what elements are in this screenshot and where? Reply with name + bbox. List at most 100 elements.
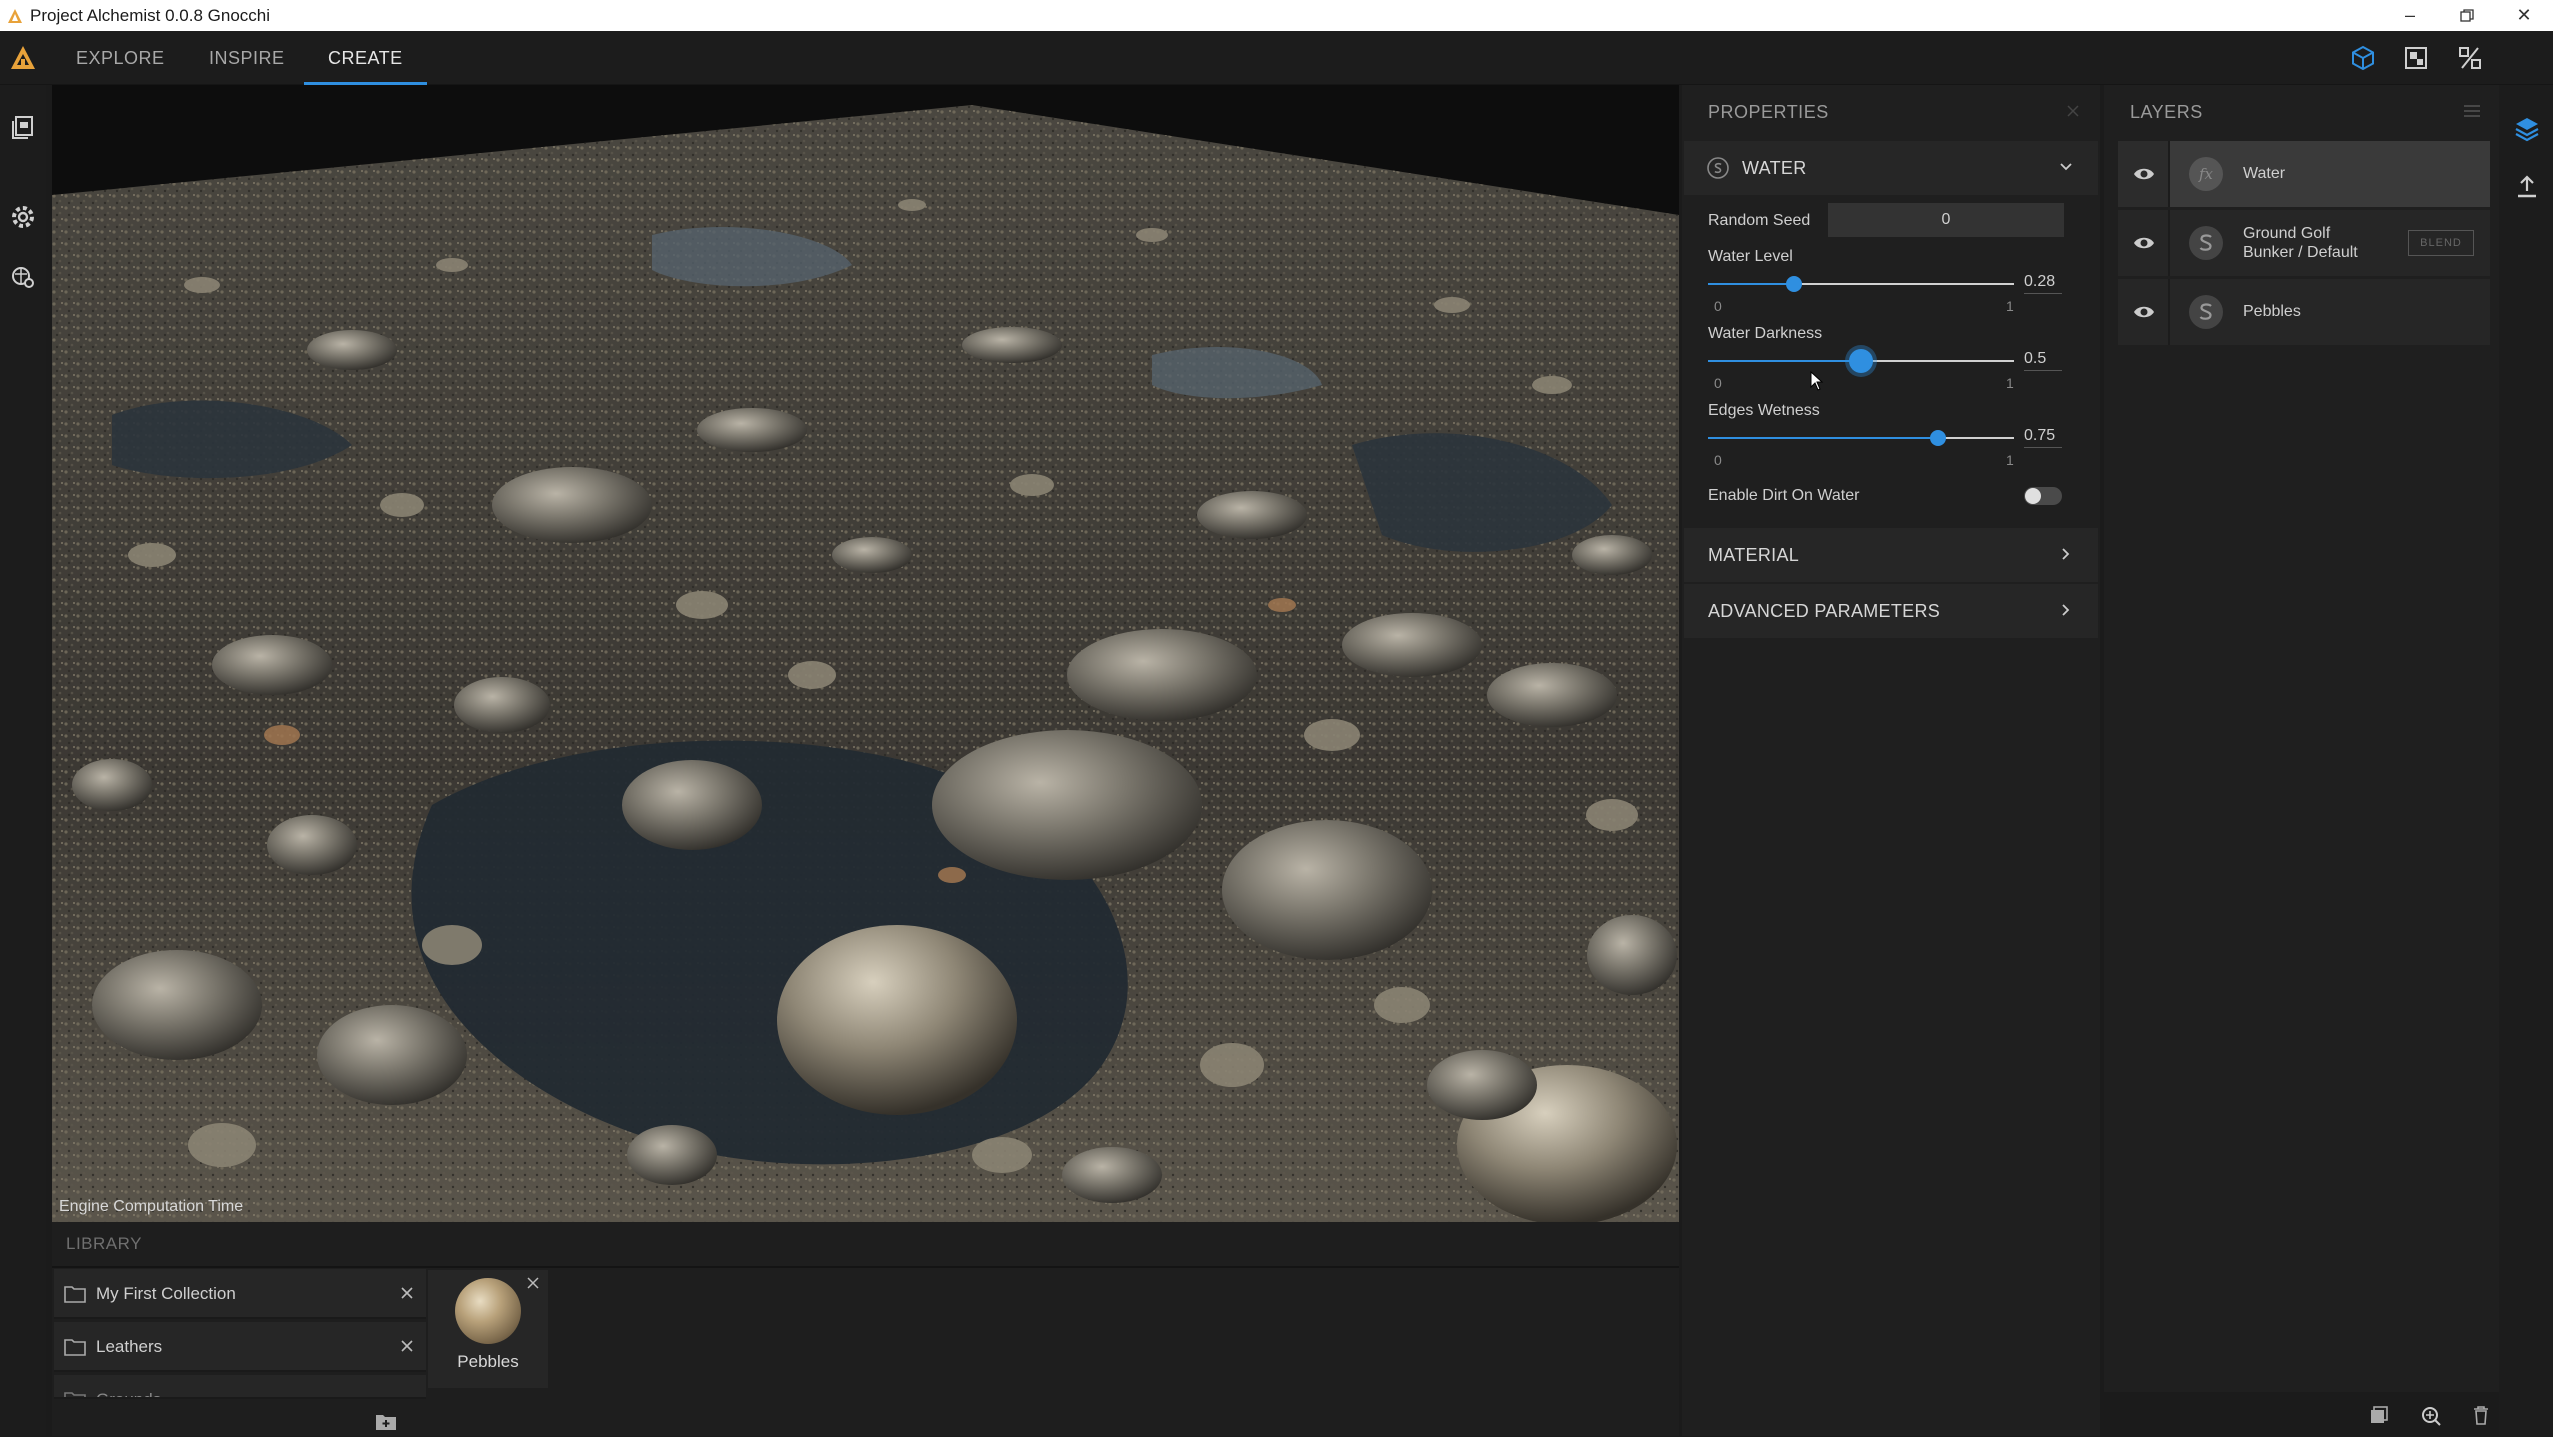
blend-button[interactable]: BLEND (2408, 230, 2474, 256)
substance-icon (2188, 225, 2224, 261)
slider-fill (1708, 437, 1938, 439)
slider-max: 1 (2006, 375, 2014, 391)
svg-text:fx: fx (2198, 165, 2214, 183)
eye-icon[interactable] (2132, 164, 2156, 184)
collection-label: Leathers (96, 1337, 163, 1356)
visibility-cell (2118, 141, 2170, 207)
add-layer-icon[interactable] (2420, 1404, 2442, 1426)
random-seed-input[interactable]: 0 (1828, 203, 2064, 237)
slider-value[interactable]: 0.75 (2024, 427, 2055, 445)
layer-name: Bunker / Default (2243, 244, 2358, 261)
window-title: Project Alchemist 0.0.8 Gnocchi (30, 5, 271, 25)
window-titlebar: Project Alchemist 0.0.8 Gnocchi – ✕ (0, 0, 2553, 31)
app-logo-icon (6, 7, 24, 25)
substance-icon (1706, 156, 1730, 180)
close-window-button[interactable]: ✕ (2496, 0, 2552, 31)
library-title: LIBRARY (66, 1234, 142, 1253)
eye-icon[interactable] (2132, 302, 2156, 322)
minimize-button[interactable]: – (2382, 0, 2438, 31)
properties-header: PROPERTIES (1682, 85, 2100, 137)
material-section-header[interactable]: MATERIAL (1684, 528, 2098, 582)
substance-icon (2188, 294, 2224, 330)
3d-view-icon[interactable] (2349, 44, 2377, 72)
environment-icon[interactable] (9, 263, 37, 291)
collection-item[interactable]: Grounds (54, 1375, 426, 1399)
slider-min: 0 (1714, 298, 1722, 314)
advanced-parameters-section-header[interactable]: ADVANCED PARAMETERS (1684, 584, 2098, 638)
folder-icon (64, 1285, 86, 1303)
properties-panel: PROPERTIES WATER Random Seed 0 Water Lev… (1682, 85, 2100, 1436)
layer-name: Water (2243, 165, 2286, 182)
slider-value[interactable]: 0.5 (2024, 350, 2046, 368)
slider-max: 1 (2006, 452, 2014, 468)
fx-icon: fx (2188, 156, 2224, 192)
eye-icon[interactable] (2132, 233, 2156, 253)
close-icon[interactable] (396, 1282, 418, 1304)
layers-panel: LAYERS fx Water Ground Golf Bunker / Def… (2104, 85, 2499, 1436)
library-panel: LIBRARY My First Collection Leathers Gro… (52, 1222, 1679, 1436)
divider (2024, 293, 2062, 294)
layers-icon[interactable] (2513, 115, 2541, 143)
close-icon[interactable] (2064, 102, 2082, 120)
visibility-cell (2118, 210, 2170, 276)
folder-icon (64, 1338, 86, 1356)
section-title: MATERIAL (1708, 545, 1800, 565)
water-section-header[interactable]: WATER (1684, 141, 2098, 195)
top-navigation: EXPLORE INSPIRE CREATE (0, 31, 2553, 85)
material-label: Pebbles (457, 1352, 519, 1371)
divider (2024, 447, 2062, 448)
material-preview-render (52, 85, 1679, 1222)
layer-item-pebbles[interactable]: Pebbles (2118, 279, 2490, 345)
split-view-icon[interactable] (2456, 44, 2484, 72)
slider-handle[interactable] (1929, 430, 1946, 446)
slider-value[interactable]: 0.28 (2024, 273, 2055, 291)
water-level-slider[interactable] (1708, 275, 2014, 293)
tab-inspire[interactable]: INSPIRE (209, 31, 285, 85)
menu-icon[interactable] (2463, 104, 2481, 118)
chevron-right-icon (2058, 602, 2074, 618)
edges-wetness-slider[interactable] (1708, 429, 2014, 447)
restore-button[interactable] (2439, 0, 2495, 31)
random-seed-label: Random Seed (1708, 212, 1811, 229)
slider-label: Edges Wetness (1708, 402, 1820, 419)
3d-viewport[interactable]: Engine Computation Time (52, 85, 1679, 1222)
layer-name: Ground Golf (2243, 225, 2331, 242)
toggle-knob (2025, 488, 2041, 504)
collection-item[interactable]: Leathers (54, 1322, 426, 1372)
delete-layer-icon[interactable] (2470, 1404, 2492, 1426)
material-thumbnail (455, 1278, 521, 1344)
visibility-cell (2118, 279, 2170, 345)
section-title: WATER (1742, 158, 1807, 178)
tab-create[interactable]: CREATE (304, 31, 427, 85)
divider (2024, 370, 2062, 371)
layer-item-water[interactable]: fx Water (2118, 141, 2490, 207)
slider-fill (1708, 360, 1861, 362)
2d-view-icon[interactable] (2402, 44, 2430, 72)
slider-max: 1 (2006, 298, 2014, 314)
slider-label: Water Level (1708, 248, 1793, 265)
slider-handle[interactable] (1785, 276, 1802, 292)
collection-item[interactable]: My First Collection (54, 1269, 426, 1319)
divider (52, 1266, 1679, 1268)
slider-fill (1708, 283, 1794, 285)
left-toolbar (0, 85, 46, 1436)
layer-name: Pebbles (2243, 303, 2301, 320)
water-darkness-slider[interactable] (1708, 349, 2014, 373)
export-icon[interactable] (2513, 173, 2541, 201)
right-toolbar (2499, 85, 2553, 1436)
properties-title: PROPERTIES (1708, 102, 1829, 122)
add-folder-icon[interactable] (375, 1412, 397, 1432)
slider-handle[interactable] (1849, 349, 1873, 373)
library-material-item[interactable]: Pebbles (428, 1270, 548, 1388)
layer-item-ground-golf[interactable]: Ground Golf Bunker / Default BLEND (2118, 210, 2490, 276)
chevron-right-icon (2058, 546, 2074, 562)
duplicate-layer-icon[interactable] (2368, 1404, 2390, 1426)
tab-explore[interactable]: EXPLORE (76, 31, 165, 85)
collection-label: My First Collection (96, 1284, 236, 1303)
close-icon[interactable] (396, 1335, 418, 1357)
settings-icon[interactable] (9, 203, 37, 231)
close-icon[interactable] (524, 1274, 542, 1292)
mouse-cursor-icon (1810, 370, 1824, 391)
library-icon[interactable] (9, 113, 37, 141)
dirt-on-water-toggle[interactable] (2024, 487, 2062, 505)
